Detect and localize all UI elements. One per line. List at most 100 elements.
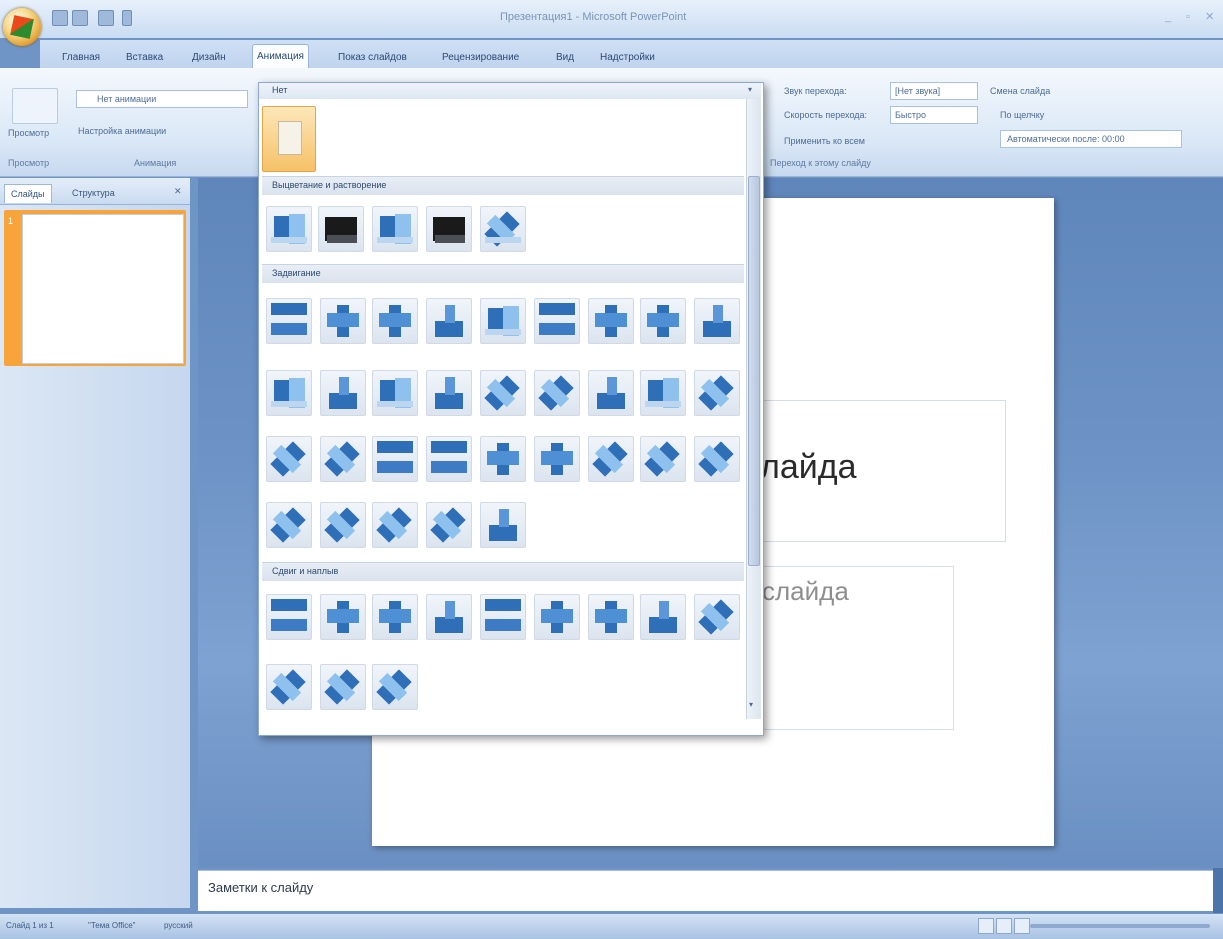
speed-combo[interactable]: Быстро bbox=[890, 106, 978, 124]
transition-cover-3[interactable] bbox=[588, 594, 634, 640]
transition-wipe-4[interactable] bbox=[426, 298, 472, 344]
close-pane-icon[interactable]: ✕ bbox=[174, 186, 182, 197]
tab-addins[interactable]: Надстройки bbox=[596, 48, 659, 68]
transition-wipe-30[interactable] bbox=[372, 502, 418, 548]
effect-glyph-icon bbox=[597, 393, 625, 409]
transition-wipe-13[interactable] bbox=[426, 370, 472, 416]
transition-wipe-11[interactable] bbox=[320, 370, 366, 416]
tab-outline[interactable]: Структура bbox=[66, 184, 121, 202]
transition-wipe-16[interactable] bbox=[588, 370, 634, 416]
transition-push-3[interactable] bbox=[372, 594, 418, 640]
redo-icon[interactable] bbox=[98, 10, 114, 26]
effect-glyph-icon bbox=[539, 323, 575, 335]
transition-wipe-10[interactable] bbox=[266, 370, 312, 416]
effect-glyph-icon bbox=[435, 393, 463, 409]
office-button[interactable] bbox=[3, 8, 41, 46]
transition-wipe-27[interactable] bbox=[694, 436, 740, 482]
sound-combo[interactable]: [Нет звука] bbox=[890, 82, 978, 100]
tab-review[interactable]: Рецензирование bbox=[438, 48, 523, 68]
transition-wipe-19[interactable] bbox=[266, 436, 312, 482]
undo-icon[interactable] bbox=[72, 10, 88, 26]
qat-customize-icon[interactable] bbox=[122, 10, 132, 26]
effect-glyph-icon bbox=[485, 619, 521, 631]
animation-combo[interactable]: Нет анимации bbox=[76, 90, 248, 108]
transition-cover-5[interactable] bbox=[694, 594, 740, 640]
transition-wipe-9[interactable] bbox=[694, 298, 740, 344]
transition-wipe-28[interactable] bbox=[266, 502, 312, 548]
transition-cover-6[interactable] bbox=[266, 664, 312, 710]
transition-wipe-22[interactable] bbox=[426, 436, 472, 482]
transition-cut[interactable] bbox=[372, 206, 418, 252]
tab-animation[interactable]: Анимация bbox=[252, 44, 309, 69]
effect-glyph-icon bbox=[713, 305, 723, 323]
transition-wipe-23[interactable] bbox=[480, 436, 526, 482]
vertical-scrollbar[interactable] bbox=[1213, 868, 1223, 913]
transition-wipe-14[interactable] bbox=[480, 370, 526, 416]
transition-wipe-20[interactable] bbox=[320, 436, 366, 482]
transition-wipe-8[interactable] bbox=[640, 298, 686, 344]
transition-wipe-5[interactable] bbox=[480, 298, 526, 344]
transition-wipe-15[interactable] bbox=[534, 370, 580, 416]
transition-cover-8[interactable] bbox=[372, 664, 418, 710]
transition-push-2[interactable] bbox=[320, 594, 366, 640]
normal-view-icon[interactable] bbox=[978, 918, 994, 934]
gallery-scroll-down-icon[interactable]: ▾ bbox=[749, 700, 753, 709]
gallery-scroll-thumb[interactable] bbox=[748, 176, 760, 566]
transition-wipe-2[interactable] bbox=[320, 298, 366, 344]
tab-slideshow[interactable]: Показ слайдов bbox=[334, 48, 411, 68]
transition-wipe-25[interactable] bbox=[588, 436, 634, 482]
transition-wipe-18[interactable] bbox=[694, 370, 740, 416]
transition-fade-smoothly[interactable] bbox=[266, 206, 312, 252]
transition-none[interactable] bbox=[262, 106, 316, 172]
transition-cover-4[interactable] bbox=[640, 594, 686, 640]
transition-cover-1[interactable] bbox=[480, 594, 526, 640]
slide-thumbnail[interactable] bbox=[22, 214, 184, 364]
transition-wipe-3[interactable] bbox=[372, 298, 418, 344]
transition-wipe-6[interactable] bbox=[534, 298, 580, 344]
transition-wipe-1[interactable] bbox=[266, 298, 312, 344]
tab-view[interactable]: Вид bbox=[552, 48, 578, 68]
transition-cover-2[interactable] bbox=[534, 594, 580, 640]
save-icon[interactable] bbox=[52, 10, 68, 26]
tab-home[interactable]: Главная bbox=[58, 48, 104, 68]
tab-insert[interactable]: Вставка bbox=[122, 48, 167, 68]
custom-animation-button[interactable]: Настройка анимации bbox=[78, 126, 166, 136]
notes-pane[interactable] bbox=[198, 870, 1213, 911]
gallery-dropdown-arrow-icon[interactable]: ▾ bbox=[748, 85, 752, 94]
zoom-slider[interactable] bbox=[1030, 924, 1210, 928]
transition-cover-7[interactable] bbox=[320, 664, 366, 710]
status-slide: Слайд 1 из 1 bbox=[6, 921, 54, 930]
transition-cut-through-black[interactable] bbox=[426, 206, 472, 252]
effect-glyph-icon bbox=[485, 599, 521, 611]
transition-wipe-12[interactable] bbox=[372, 370, 418, 416]
transition-wipe-24[interactable] bbox=[534, 436, 580, 482]
transition-wipe-21[interactable] bbox=[372, 436, 418, 482]
transition-push-4[interactable] bbox=[426, 594, 472, 640]
on-click-checkbox[interactable]: По щелчку bbox=[1000, 110, 1044, 120]
transition-dissolve[interactable] bbox=[480, 206, 526, 252]
slideshow-view-icon[interactable] bbox=[1014, 918, 1030, 934]
effect-glyph-icon bbox=[541, 451, 573, 465]
auto-after-field[interactable]: Автоматически после: 00:00 bbox=[1000, 130, 1182, 148]
transition-wipe-29[interactable] bbox=[320, 502, 366, 548]
sorter-view-icon[interactable] bbox=[996, 918, 1012, 934]
tab-slides[interactable]: Слайды bbox=[4, 184, 52, 203]
effect-glyph-icon bbox=[379, 609, 411, 623]
effect-glyph-icon bbox=[271, 303, 307, 315]
effect-glyph-icon bbox=[271, 401, 307, 407]
transition-fade-through-black[interactable] bbox=[318, 206, 364, 252]
transition-wipe-32[interactable] bbox=[480, 502, 526, 548]
transition-wipe-7[interactable] bbox=[588, 298, 634, 344]
apply-all-button[interactable]: Применить ко всем bbox=[784, 136, 865, 146]
preview-label: Просмотр bbox=[8, 128, 50, 138]
window-controls[interactable]: _ ▫ ✕ bbox=[1165, 10, 1220, 23]
preview-button[interactable] bbox=[12, 88, 58, 124]
effect-glyph-icon bbox=[445, 305, 455, 323]
transition-wipe-17[interactable] bbox=[640, 370, 686, 416]
transition-wipe-26[interactable] bbox=[640, 436, 686, 482]
transition-wipe-31[interactable] bbox=[426, 502, 472, 548]
tab-design[interactable]: Дизайн bbox=[188, 48, 230, 68]
effect-glyph-icon bbox=[645, 401, 681, 407]
effect-glyph-icon bbox=[327, 235, 357, 243]
transition-push-1[interactable] bbox=[266, 594, 312, 640]
